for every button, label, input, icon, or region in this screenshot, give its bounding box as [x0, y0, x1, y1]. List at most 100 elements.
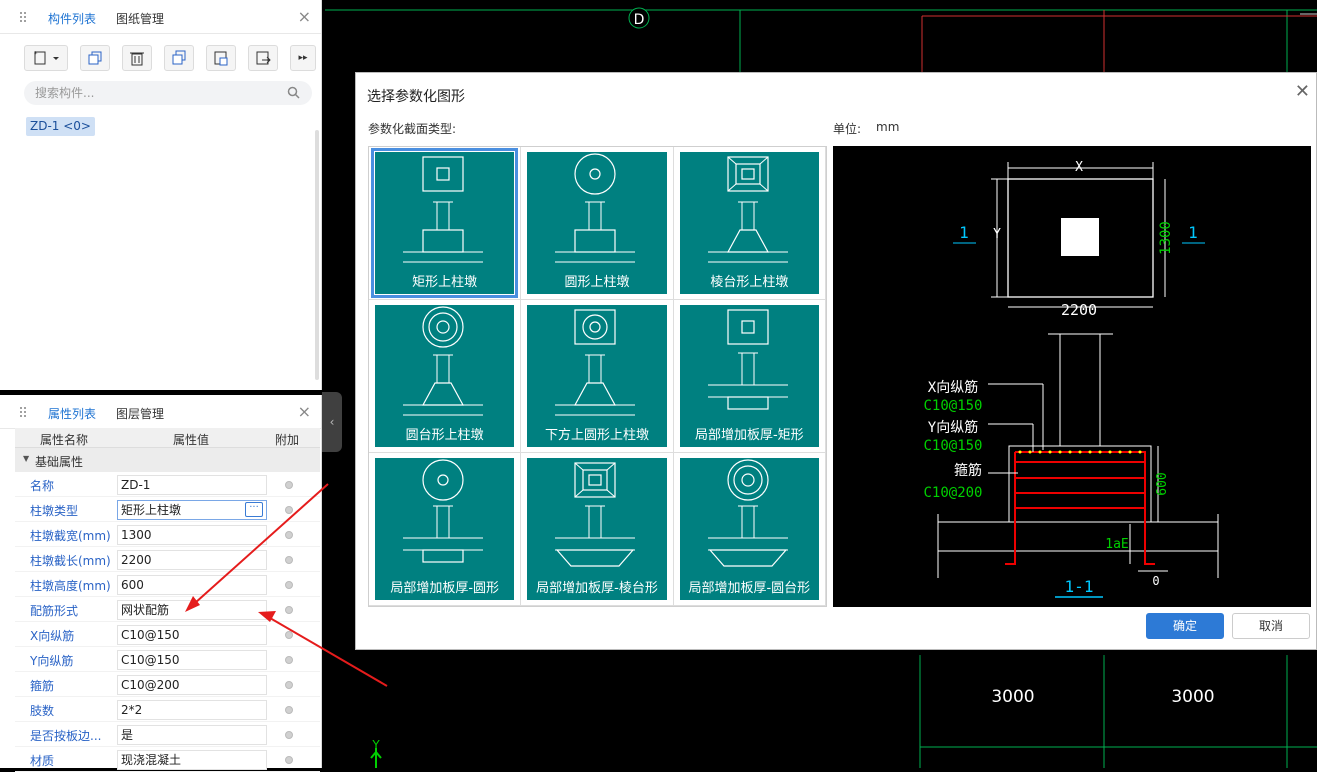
- property-row[interactable]: 柱墩类型 矩形上柱墩 ···: [15, 497, 320, 522]
- component-item-zd1[interactable]: ZD-1 <0>: [26, 117, 95, 136]
- header-extra: 附加: [275, 433, 300, 447]
- property-row[interactable]: 柱墩高度(mm) 600: [15, 572, 320, 597]
- property-value-field[interactable]: C10@150: [117, 650, 267, 670]
- component-panel-tabs: 构件列表 图纸管理 ×: [0, 0, 321, 34]
- delete-button[interactable]: [122, 45, 152, 71]
- property-row[interactable]: 是否按板边... 是: [15, 722, 320, 747]
- attach-radio[interactable]: [285, 656, 293, 664]
- shape-option-9[interactable]: 局部增加板厚-圆台形: [673, 453, 826, 606]
- shape-option-5[interactable]: 下方上圆形上柱墩: [521, 300, 674, 453]
- tab-layer-manager[interactable]: 图层管理: [116, 405, 164, 422]
- attach-radio[interactable]: [285, 631, 293, 639]
- search-icon: [287, 86, 300, 99]
- more-button[interactable]: ▸▸: [290, 45, 316, 71]
- component-search-input[interactable]: 搜索构件...: [24, 81, 312, 105]
- new-component-button[interactable]: *: [24, 45, 68, 71]
- drag-grip-icon[interactable]: [19, 11, 27, 23]
- property-value-field[interactable]: ZD-1: [117, 475, 267, 495]
- shape-option-7[interactable]: 局部增加板厚-圆形: [369, 453, 522, 606]
- preview-x-label: X: [1075, 160, 1083, 175]
- attach-radio[interactable]: [285, 531, 293, 539]
- property-row[interactable]: X向纵筋 C10@150: [15, 622, 320, 647]
- property-name: X向纵筋: [30, 629, 75, 643]
- import-button[interactable]: [206, 45, 236, 71]
- header-value: 属性值: [173, 433, 210, 447]
- cancel-button[interactable]: 取消: [1232, 613, 1310, 639]
- shape-preview: X Y 2200 1300 1 1 X向纵筋 C10@150 Y向纵筋 C10@…: [833, 146, 1311, 607]
- import-icon: [214, 51, 228, 66]
- shape-caption: 局部增加板厚-圆形: [390, 581, 500, 596]
- property-value-field[interactable]: 2200: [117, 550, 267, 570]
- trash-icon: [130, 52, 144, 66]
- section-mark-left: 1: [959, 223, 969, 242]
- attach-radio[interactable]: [285, 681, 293, 689]
- property-value-field[interactable]: 现浇混凝土: [117, 750, 267, 770]
- search-placeholder: 搜索构件...: [35, 86, 95, 100]
- attach-radio[interactable]: [285, 756, 293, 764]
- shape-option-1[interactable]: 矩形上柱墩: [369, 147, 522, 300]
- layers-icon: [172, 50, 186, 65]
- tab-drawing-manager[interactable]: 图纸管理: [116, 10, 164, 27]
- attach-radio[interactable]: [285, 706, 293, 714]
- property-value-field[interactable]: 600: [117, 575, 267, 595]
- property-value-field[interactable]: 网状配筋: [117, 600, 267, 620]
- more-options-button[interactable]: ···: [245, 502, 263, 517]
- shape-option-3[interactable]: 棱台形上柱墩: [673, 147, 826, 300]
- ok-button[interactable]: 确定: [1146, 613, 1224, 639]
- component-panel: 构件列表 图纸管理 × * ▸▸ 搜索构件... ZD-1 <0>: [0, 0, 322, 390]
- scrollbar[interactable]: [315, 130, 319, 380]
- property-group-basic[interactable]: ▼ 基础属性: [15, 448, 320, 472]
- unit-value: mm: [876, 120, 900, 134]
- close-icon[interactable]: ×: [298, 7, 311, 26]
- shape-tile: 下方上圆形上柱墩: [527, 305, 667, 447]
- shape-tile: 局部增加板厚-圆台形: [679, 458, 819, 600]
- shape-option-4[interactable]: 圆台形上柱墩: [369, 300, 522, 453]
- property-value-field[interactable]: C10@150: [117, 625, 267, 645]
- close-icon[interactable]: ✕: [1295, 81, 1310, 102]
- tab-component-list[interactable]: 构件列表: [48, 10, 96, 27]
- section-title: 1-1: [1065, 577, 1094, 596]
- shape-caption: 矩形上柱墩: [412, 275, 478, 290]
- collapse-icon[interactable]: ▼: [23, 454, 29, 463]
- attach-radio[interactable]: [285, 506, 293, 514]
- property-value-field[interactable]: 2*2: [117, 700, 267, 720]
- attach-radio[interactable]: [285, 581, 293, 589]
- property-row[interactable]: 箍筋 C10@200: [15, 672, 320, 697]
- attach-radio[interactable]: [285, 556, 293, 564]
- tab-property-list[interactable]: 属性列表: [48, 405, 96, 422]
- collapse-panel-handle[interactable]: ‹: [322, 392, 342, 452]
- property-row[interactable]: 名称 ZD-1: [15, 472, 320, 497]
- property-value-field[interactable]: 1300: [117, 525, 267, 545]
- cad-dim-1: 3000: [991, 687, 1034, 707]
- property-row[interactable]: 材质 现浇混凝土: [15, 747, 320, 772]
- shape-option-6[interactable]: 局部增加板厚-矩形: [673, 300, 826, 453]
- property-row[interactable]: 柱墩截宽(mm) 1300: [15, 522, 320, 547]
- property-value-field[interactable]: C10@200: [117, 675, 267, 695]
- property-panel-tabs: 属性列表 图层管理 ×: [0, 395, 321, 429]
- attach-radio[interactable]: [285, 606, 293, 614]
- shape-tile: 圆台形上柱墩: [375, 305, 515, 447]
- property-table: 属性名称 属性值 附加 ▼ 基础属性 名称 ZD-1 柱墩类型 矩形上柱墩 ··· 柱墩截…: [15, 428, 320, 772]
- property-row[interactable]: 配筋形式 网状配筋: [15, 597, 320, 622]
- property-row[interactable]: 肢数 2*2: [15, 697, 320, 722]
- property-value-field[interactable]: 是: [117, 725, 267, 745]
- attach-radio[interactable]: [285, 731, 293, 739]
- select-parametric-shape-dialog: 选择参数化图形 ✕ 参数化截面类型: 单位: mm 矩形上柱墩 圆形上柱墩 棱台形上…: [355, 72, 1317, 650]
- shape-caption: 圆形上柱墩: [564, 275, 630, 290]
- shape-tile: 局部增加板厚-棱台形: [527, 458, 667, 600]
- attach-radio[interactable]: [285, 481, 293, 489]
- export-button[interactable]: [248, 45, 278, 71]
- property-row[interactable]: Y向纵筋 C10@150: [15, 647, 320, 672]
- shape-option-8[interactable]: 局部增加板厚-棱台形: [521, 453, 674, 606]
- depth-value: 600: [1155, 472, 1170, 495]
- preview-width: 2200: [1061, 301, 1097, 319]
- shape-option-2[interactable]: 圆形上柱墩: [521, 147, 674, 300]
- copy-icon: [88, 51, 102, 65]
- export-icon: [256, 51, 271, 65]
- svg-text:*: *: [34, 50, 38, 58]
- drag-grip-icon[interactable]: [19, 406, 27, 418]
- property-row[interactable]: 柱墩截长(mm) 2200: [15, 547, 320, 572]
- close-icon[interactable]: ×: [298, 402, 311, 421]
- copy-to-floor-button[interactable]: [164, 45, 194, 71]
- copy-button[interactable]: [80, 45, 110, 71]
